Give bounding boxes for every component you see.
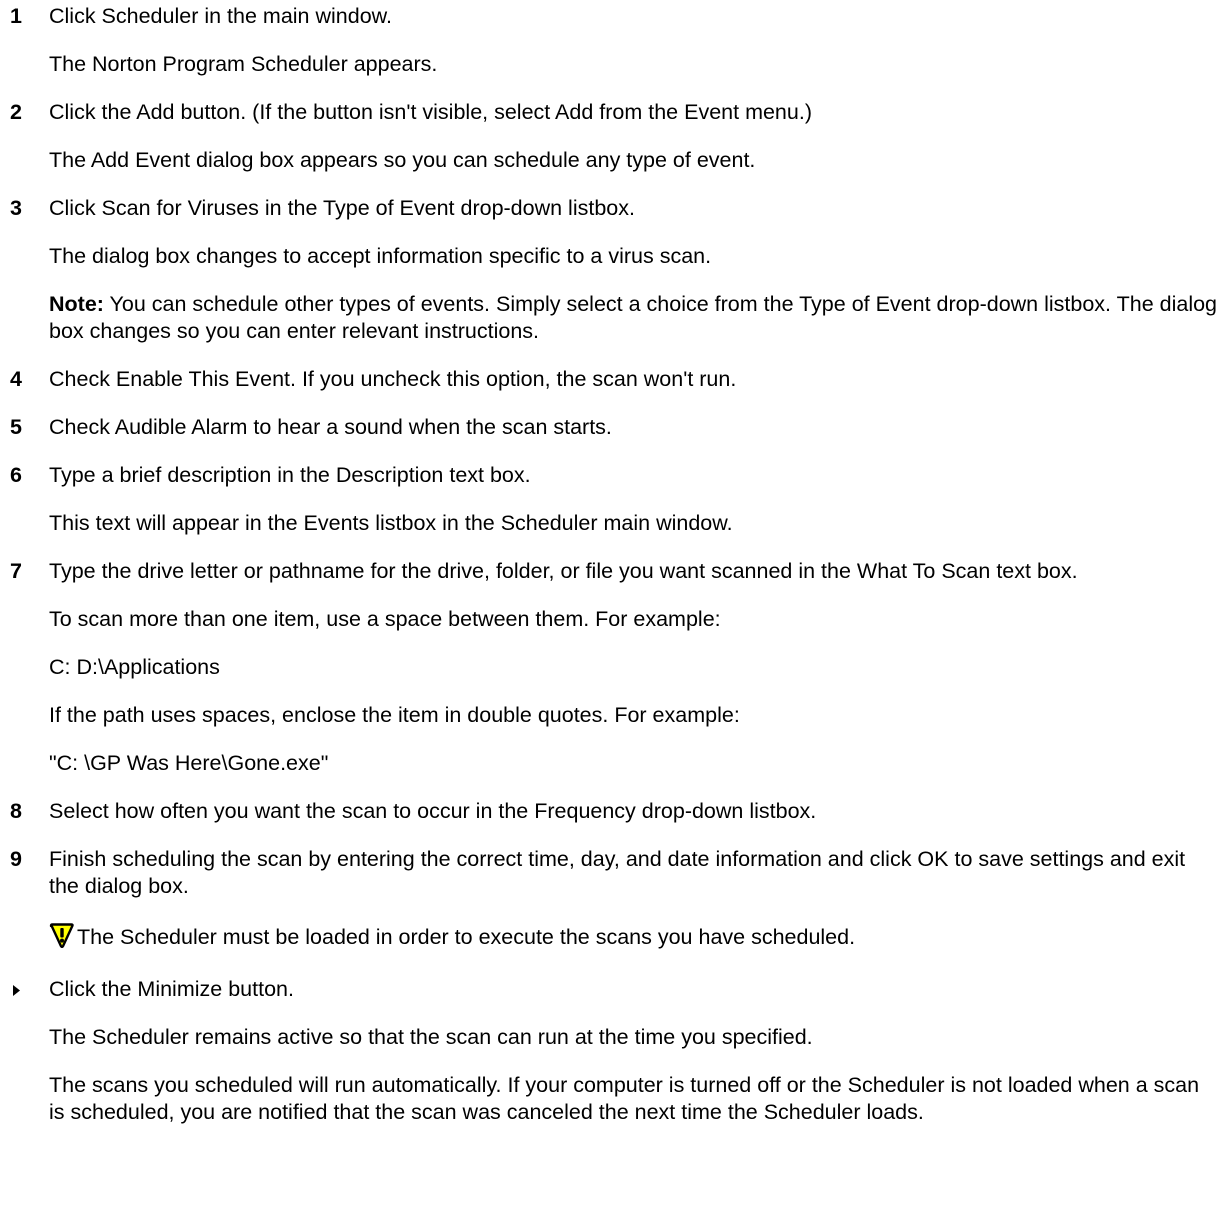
step-text: Select how often you want the scan to oc… — [49, 799, 817, 823]
step-3-note: Note: You can schedule other types of ev… — [10, 291, 1220, 345]
step-text: Click Scheduler in the main window. — [49, 4, 392, 28]
step-7-detail: To scan more than one item, use a space … — [49, 607, 721, 631]
step-text: Type a brief description in the Descript… — [49, 463, 531, 487]
step-3-result: The dialog box changes to accept informa… — [49, 244, 712, 268]
note-text: You can schedule other types of events. … — [49, 292, 1218, 343]
step-1: 1 Click Scheduler in the main window. — [10, 3, 1220, 30]
step-number: 5 — [10, 415, 22, 439]
step-7-example: "C: \GP Was Here\Gone.exe" — [49, 751, 329, 775]
step-number: 8 — [10, 799, 22, 823]
note-label: Note: — [49, 292, 104, 316]
step-6: 6 Type a brief description in the Descri… — [10, 462, 1220, 489]
step-3: 3 Click Scan for Viruses in the Type of … — [10, 195, 1220, 222]
step-7-example: C: D:\Applications — [49, 655, 220, 679]
step-1-result: The Norton Program Scheduler appears. — [49, 52, 438, 76]
step-text: Check Enable This Event. If you uncheck … — [49, 367, 737, 391]
step-4: 4 Check Enable This Event. If you unchec… — [10, 366, 1220, 393]
triangle-bullet-icon — [13, 976, 21, 996]
step-8: 8 Select how often you want the scan to … — [10, 798, 1220, 825]
step-number: 1 — [10, 4, 22, 28]
step-text: Click Scan for Viruses in the Type of Ev… — [49, 196, 635, 220]
step-text: Finish scheduling the scan by entering t… — [49, 847, 1186, 898]
step-9: 9 Finish scheduling the scan by entering… — [10, 846, 1220, 900]
warning-callout: The Scheduler must be loaded in order to… — [10, 923, 1220, 955]
step-7-detail: If the path uses spaces, enclose the ite… — [49, 703, 740, 727]
step-5: 5 Check Audible Alarm to hear a sound wh… — [10, 414, 1220, 441]
step-number: 4 — [10, 367, 22, 391]
step-7: 7 Type the drive letter or pathname for … — [10, 558, 1220, 585]
step-number: 3 — [10, 196, 22, 220]
help-document: 1 Click Scheduler in the main window. Th… — [10, 3, 1220, 1126]
step-2: 2 Click the Add button. (If the button i… — [10, 99, 1220, 126]
bullet-step-result: The Scheduler remains active so that the… — [49, 1025, 813, 1049]
step-text: Type the drive letter or pathname for th… — [49, 559, 1078, 583]
step-text: Click the Add button. (If the button isn… — [49, 100, 812, 124]
warning-text: The Scheduler must be loaded in order to… — [77, 925, 856, 949]
bullet-step-result: The scans you scheduled will run automat… — [49, 1073, 1200, 1124]
step-6-result: This text will appear in the Events list… — [49, 511, 733, 535]
bullet-step: Click the Minimize button. — [10, 976, 1220, 1003]
bullet-step-text: Click the Minimize button. — [49, 977, 294, 1001]
step-number: 7 — [10, 559, 22, 583]
step-number: 6 — [10, 463, 22, 487]
step-text: Check Audible Alarm to hear a sound when… — [49, 415, 612, 439]
step-number: 2 — [10, 100, 22, 124]
step-number: 9 — [10, 847, 22, 871]
warning-exclamation-icon — [49, 923, 75, 955]
step-2-result: The Add Event dialog box appears so you … — [49, 148, 756, 172]
